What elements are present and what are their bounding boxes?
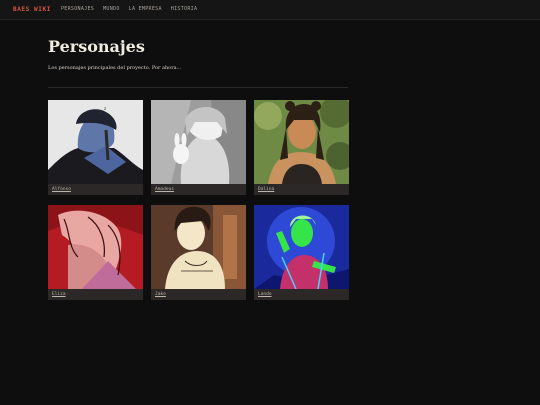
character-name-amadeus[interactable]: Amadeus [155,187,174,192]
character-image-dalina [254,100,349,184]
nav-link-historia[interactable]: HISTORIA [171,6,197,12]
character-name-jake[interactable]: Jake [155,292,166,297]
character-card-eliza[interactable]: Eliza [48,205,143,300]
nav-link-mundo[interactable]: MUNDO [103,6,120,12]
character-card-jake[interactable]: Jake [151,205,246,300]
top-navigation-bar: BAES WIKI PERSONAJES MUNDO LA EMPRESA HI… [0,0,540,20]
character-image-eliza [48,205,143,289]
main-nav: PERSONAJES MUNDO LA EMPRESA HISTORIA [61,6,197,12]
nav-link-la-empresa[interactable]: LA EMPRESA [129,6,162,12]
character-image-lando [254,205,349,289]
character-card-dalina[interactable]: Dalina [254,100,349,195]
character-name-lando[interactable]: Lando [258,292,272,297]
svg-text:z: z [98,109,101,116]
character-card-lando[interactable]: Lando [254,205,349,300]
page-title: Personajes [48,37,145,56]
character-image-amadeus [151,100,246,184]
character-card-alfonso[interactable]: z z Alfonso [48,100,143,195]
character-name-alfonso[interactable]: Alfonso [52,187,71,192]
divider [48,87,348,88]
character-name-dalina[interactable]: Dalina [258,187,274,192]
page-subtitle: Los personajes principales del proyecto.… [48,65,182,71]
character-card-amadeus[interactable]: Amadeus [151,100,246,195]
character-image-alfonso: z z [48,100,143,184]
character-image-jake [151,205,246,289]
character-name-eliza[interactable]: Eliza [52,292,66,297]
nav-link-personajes[interactable]: PERSONAJES [61,6,94,12]
svg-text:z: z [104,106,106,111]
site-logo[interactable]: BAES WIKI [13,6,51,13]
